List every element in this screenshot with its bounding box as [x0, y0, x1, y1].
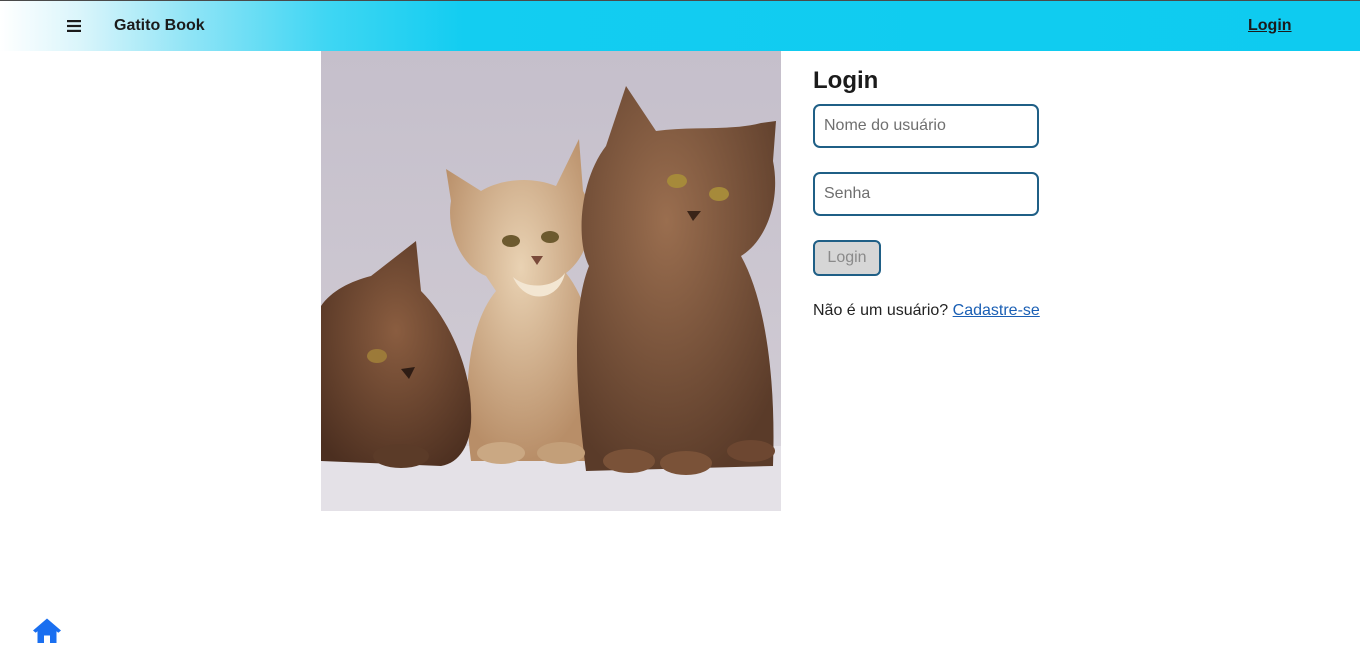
- login-form: Login Login Não é um usuário? Cadastre-s…: [813, 66, 1073, 319]
- hamburger-icon[interactable]: [60, 13, 88, 39]
- nav-login-link[interactable]: Login: [1248, 17, 1292, 35]
- signup-prompt: Não é um usuário? Cadastre-se: [813, 302, 1040, 320]
- username-input[interactable]: [813, 104, 1039, 148]
- kittens-photo: [321, 51, 781, 511]
- kittens-illustration: [321, 51, 781, 511]
- signup-prompt-text: Não é um usuário?: [813, 302, 949, 319]
- signup-link[interactable]: Cadastre-se: [953, 302, 1040, 319]
- app-brand[interactable]: Gatito Book: [114, 17, 205, 35]
- login-submit-button[interactable]: Login: [813, 240, 881, 276]
- login-title: Login: [813, 67, 879, 94]
- home-icon[interactable]: [32, 617, 62, 644]
- top-navbar: Gatito Book Login: [0, 0, 1360, 51]
- password-input[interactable]: [813, 172, 1039, 216]
